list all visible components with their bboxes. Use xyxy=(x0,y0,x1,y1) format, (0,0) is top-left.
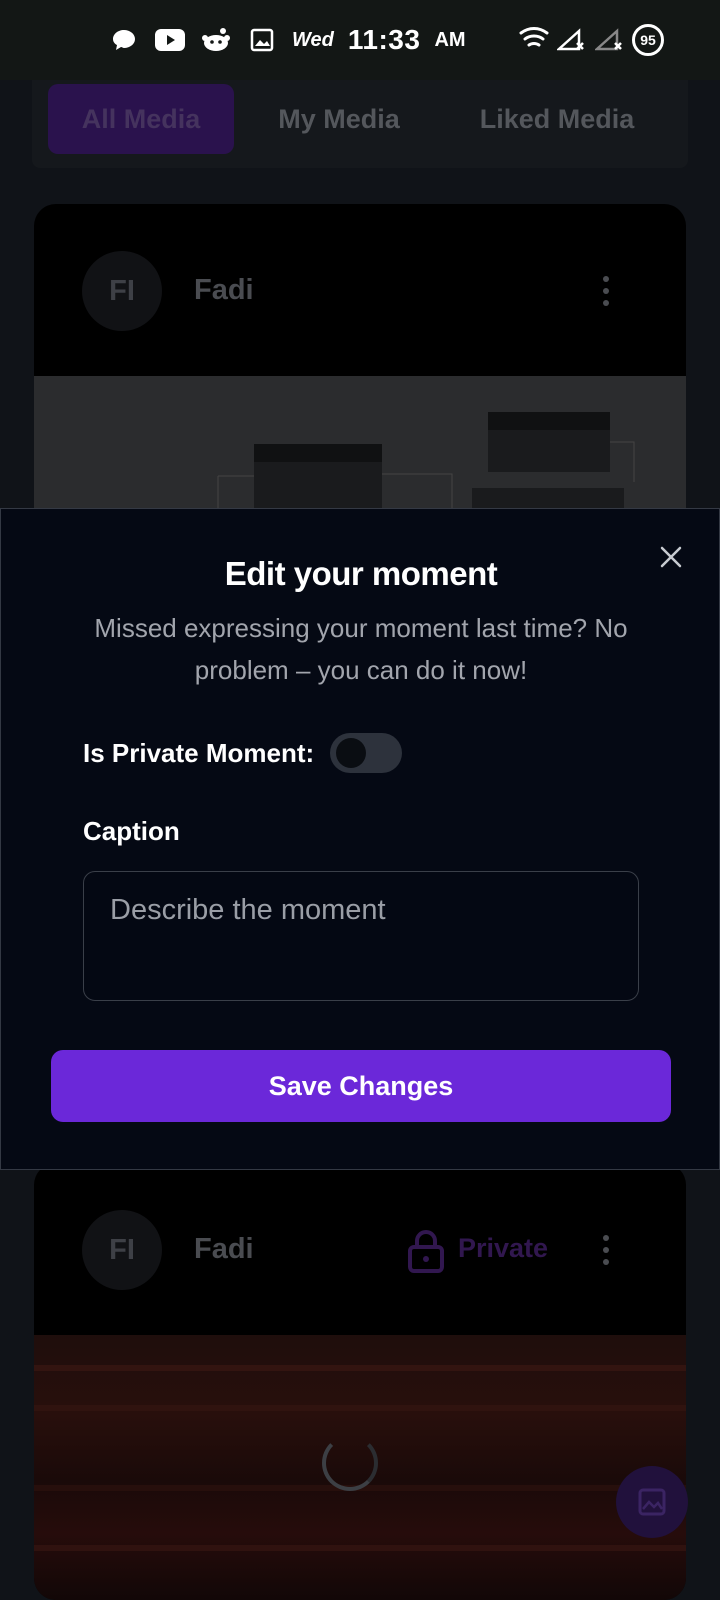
private-moment-row: Is Private Moment: xyxy=(83,733,403,773)
image-upload-icon xyxy=(638,1488,666,1516)
avatar[interactable]: FI xyxy=(82,1210,162,1290)
card-header: FI Fadi Private xyxy=(34,1163,686,1335)
more-options-icon[interactable] xyxy=(600,276,612,306)
upload-media-button[interactable] xyxy=(616,1466,688,1538)
reddit-icon xyxy=(200,24,232,56)
dialog-subtitle: Missed expressing your moment last time?… xyxy=(94,613,628,685)
signal-icon xyxy=(594,24,626,56)
signal-icon xyxy=(556,24,588,56)
tab-all-media[interactable]: All Media xyxy=(48,84,234,154)
image-texture xyxy=(34,1365,686,1371)
status-ampm: AM xyxy=(434,28,466,51)
loading-spinner xyxy=(322,1435,378,1491)
wifi-icon xyxy=(518,24,550,56)
media-image[interactable] xyxy=(34,1335,686,1600)
status-time: 11:33 xyxy=(347,24,421,55)
dialog-title: Edit your moment xyxy=(224,555,498,592)
status-day: Wed xyxy=(292,28,334,51)
status-left: Wed 11:33 AM xyxy=(108,24,466,56)
status-bar: Wed 11:33 AM 95 xyxy=(0,0,720,80)
chat-bubble-icon xyxy=(108,24,140,56)
tab-liked-media[interactable]: Liked Media xyxy=(446,84,668,154)
lock-icon xyxy=(408,1230,444,1273)
author-name[interactable]: Fadi xyxy=(194,274,254,307)
caption-label: Caption xyxy=(83,816,180,846)
save-changes-button[interactable]: Save Changes xyxy=(51,1050,671,1122)
caption-input[interactable] xyxy=(83,871,639,1001)
screen: Wed 11:33 AM 95 All Media My Media Liked… xyxy=(0,0,720,1600)
image-texture xyxy=(34,1405,686,1411)
edit-moment-dialog: Edit your moment Missed expressing your … xyxy=(0,508,720,1170)
tab-my-media[interactable]: My Media xyxy=(250,84,428,154)
media-tabs: All Media My Media Liked Media xyxy=(32,80,688,168)
card-header: FI Fadi xyxy=(34,204,686,376)
avatar[interactable]: FI xyxy=(82,251,162,331)
private-moment-toggle[interactable] xyxy=(330,733,403,773)
private-badge: Private xyxy=(458,1233,549,1263)
image-texture xyxy=(34,1545,686,1551)
status-right: 95 xyxy=(518,24,664,56)
private-moment-label: Is Private Moment: xyxy=(83,737,315,768)
more-options-icon[interactable] xyxy=(600,1235,612,1265)
youtube-icon xyxy=(154,24,186,56)
author-name[interactable]: Fadi xyxy=(194,1233,254,1266)
media-card: FI Fadi Private xyxy=(34,1163,686,1600)
battery-indicator: 95 xyxy=(632,24,664,56)
toggle-knob xyxy=(336,738,367,768)
gallery-icon xyxy=(246,24,278,56)
